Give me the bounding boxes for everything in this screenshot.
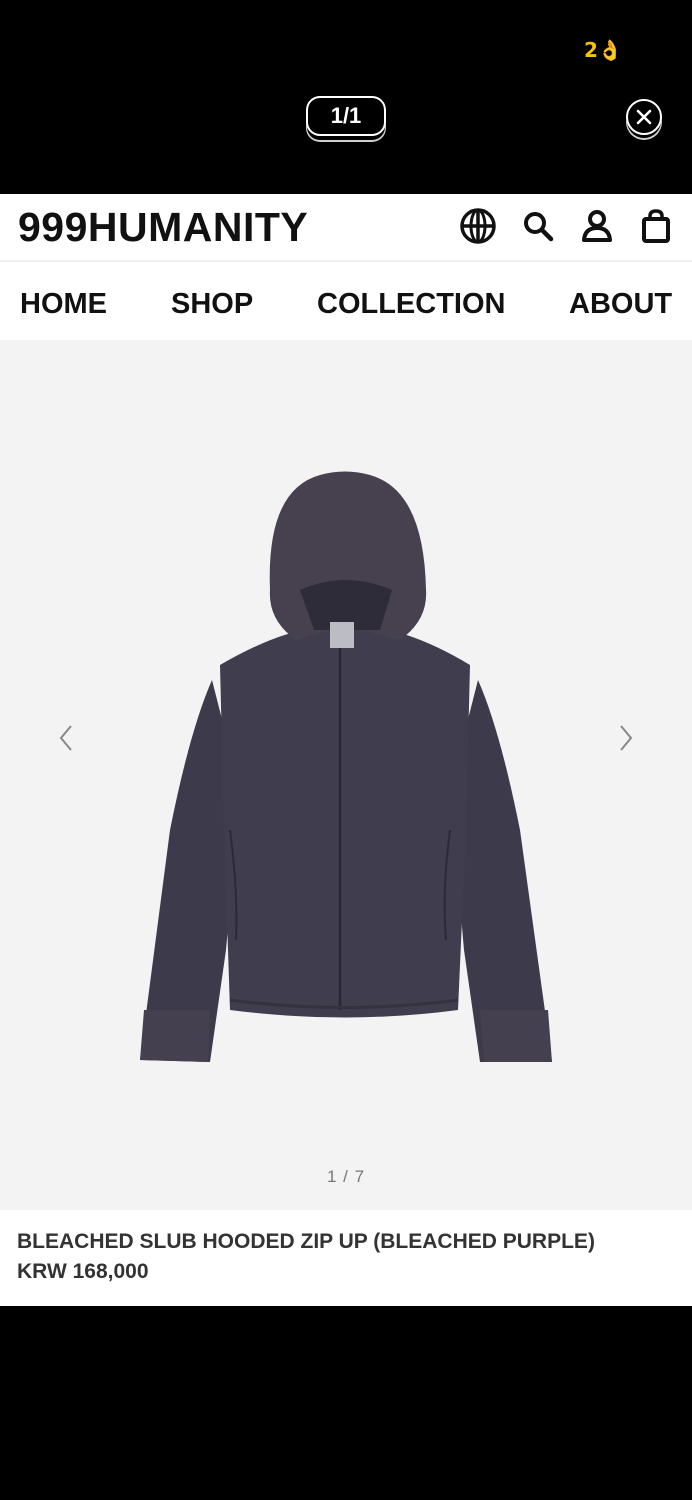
globe-icon[interactable] [458,206,498,246]
close-button[interactable] [626,99,662,135]
nav-about[interactable]: ABOUT [569,288,672,321]
product-image[interactable] [130,470,560,1070]
nav-collection[interactable]: COLLECTION [317,288,506,321]
nav-home[interactable]: HOME [20,288,107,321]
image-counter: 1 / 7 [326,1167,366,1186]
main-nav: HOME SHOP COLLECTION ABOUT [4,266,688,340]
photo-counter: 1/1 [306,96,386,136]
status-emoji: 2👌 [584,38,623,62]
shopping-bag-icon[interactable] [636,206,676,246]
site-header: 999HUMANITY [0,194,692,262]
close-icon [636,109,652,125]
chevron-left-icon[interactable] [54,720,78,756]
user-icon[interactable] [577,206,617,246]
viewer-bottom-bar [0,1306,692,1500]
brand-logo[interactable]: 999HUMANITY [18,204,308,251]
nav-shop[interactable]: SHOP [171,288,253,321]
viewer-top-bar: 2👌 1/1 [0,0,692,194]
search-icon[interactable] [518,206,558,246]
website-screenshot: 999HUMANITY HOME SHOP COLLECTION ABOUT 1… [0,194,692,1306]
product-gallery: 1 / 7 [0,340,692,1210]
product-info: BLEACHED SLUB HOODED ZIP UP (BLEACHED PU… [0,1210,692,1306]
product-title: BLEACHED SLUB HOODED ZIP UP (BLEACHED PU… [17,1230,595,1253]
product-price: KRW 168,000 [17,1260,149,1283]
chevron-right-icon[interactable] [614,720,638,756]
